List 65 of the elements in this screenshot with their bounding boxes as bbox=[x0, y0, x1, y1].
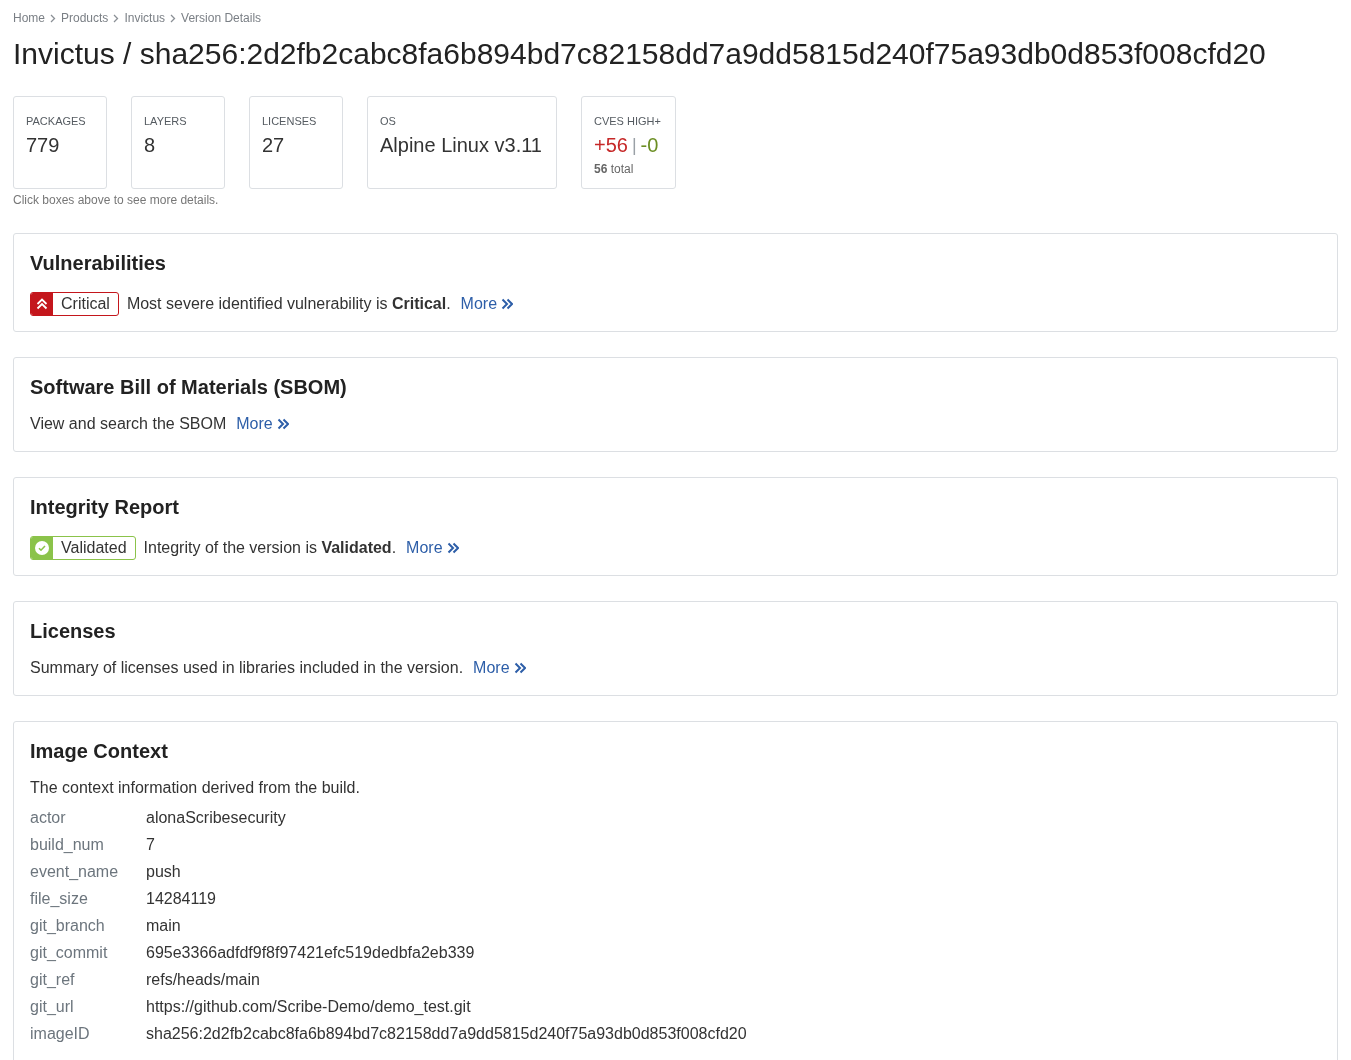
context-key: git_branch bbox=[30, 913, 146, 938]
stat-value: 8 bbox=[144, 133, 157, 157]
context-key: imageID bbox=[30, 1021, 146, 1046]
stat-card[interactable]: CVES HIGH+ +56 | -0 56 total bbox=[580, 96, 676, 189]
stat-label: LICENSES bbox=[262, 114, 318, 128]
more-link[interactable]: More bbox=[460, 292, 514, 316]
breadcrumb-link[interactable]: Products bbox=[61, 10, 109, 26]
stat-value: 779 bbox=[26, 133, 61, 157]
context-value: https://github.com/Scribe-Demo/demo_test.git bbox=[146, 996, 471, 1017]
more-link[interactable]: More bbox=[406, 536, 459, 560]
chevron-right-icon bbox=[50, 13, 56, 23]
stat-card[interactable]: LICENSES 27 bbox=[249, 96, 343, 189]
chevrons-right-icon bbox=[446, 542, 459, 554]
stat-card[interactable]: LAYERS 8 bbox=[131, 96, 225, 189]
section-text: Most severe identified vulnerability is Critical. bbox=[126, 294, 451, 314]
context-key: git_url bbox=[30, 994, 146, 1019]
section-title: Image Context bbox=[30, 739, 169, 763]
page-title: Invictus / sha256:2d2fb2cabc8fa6b894bd7c82158dd7a9dd5815d240f75a93db0d853f008cfd20 bbox=[13, 36, 1267, 72]
chevrons-right-icon bbox=[513, 662, 526, 674]
section-text: Summary of licenses used in libraries included in the version. bbox=[30, 658, 464, 678]
context-value: refs/heads/main bbox=[146, 969, 260, 990]
status-label: Validated bbox=[60, 538, 128, 558]
section-title: Integrity Report bbox=[30, 495, 180, 519]
stat-label: CVES HIGH+ bbox=[593, 114, 661, 128]
total-count: 56 total bbox=[593, 161, 635, 177]
section-text: The context information derived from the build. bbox=[30, 778, 361, 798]
context-value: alonaScribesecurity bbox=[146, 807, 286, 828]
stat-value: 27 bbox=[262, 133, 286, 157]
section-text: View and search the SBOM bbox=[30, 414, 227, 434]
added-count: +56 bbox=[593, 133, 628, 157]
section-title: Vulnerabilities bbox=[30, 251, 167, 275]
breadcrumb-link[interactable]: Version Details bbox=[181, 10, 262, 26]
removed-count: -0 bbox=[640, 133, 659, 157]
stat-label: OS bbox=[380, 114, 397, 128]
context-key: git_ref bbox=[30, 967, 146, 992]
context-key: build_num bbox=[30, 832, 146, 857]
context-value: 7 bbox=[146, 834, 155, 855]
section-title: Software Bill of Materials (SBOM) bbox=[30, 375, 348, 399]
stat-label: PACKAGES bbox=[26, 114, 87, 128]
chevron-right-icon bbox=[113, 13, 120, 23]
more-link[interactable]: More bbox=[473, 656, 526, 680]
status-label: Critical bbox=[60, 294, 111, 314]
chevron-right-icon bbox=[170, 13, 177, 23]
section-title: Licenses bbox=[30, 619, 117, 643]
stat-value: Alpine Linux v3.11 bbox=[380, 133, 542, 157]
context-value: sha256:2d2fb2cabc8fa6b894bd7c82158dd7a9dd5815d240f75a93db0d853f008cfd20 bbox=[146, 1023, 747, 1044]
context-key: event_name bbox=[30, 859, 146, 884]
stat-card[interactable]: OS Alpine Linux v3.11 bbox=[367, 96, 557, 189]
stat-label: LAYERS bbox=[144, 114, 188, 128]
context-value: 14284119 bbox=[146, 888, 216, 909]
context-key: git_commit bbox=[30, 940, 146, 965]
breadcrumb-link[interactable]: Home bbox=[13, 10, 45, 26]
stats-note: Click boxes above to see more details. bbox=[13, 192, 220, 208]
context-value: push bbox=[146, 861, 181, 882]
context-value: main bbox=[146, 915, 181, 936]
breadcrumb-link[interactable]: Invictus bbox=[124, 10, 166, 26]
chevrons-right-icon bbox=[501, 298, 514, 310]
context-key: actor bbox=[30, 805, 146, 830]
context-value: 695e3366adfdf9f8f97421efc519dedbfa2eb339 bbox=[146, 942, 475, 963]
context-key: file_size bbox=[30, 886, 146, 911]
more-link[interactable]: More bbox=[236, 412, 289, 436]
stat-card[interactable]: PACKAGES 779 bbox=[13, 96, 107, 189]
section-text: Integrity of the version is Validated. bbox=[143, 538, 397, 558]
count-divider: | bbox=[631, 134, 637, 157]
chevrons-right-icon bbox=[276, 418, 289, 430]
